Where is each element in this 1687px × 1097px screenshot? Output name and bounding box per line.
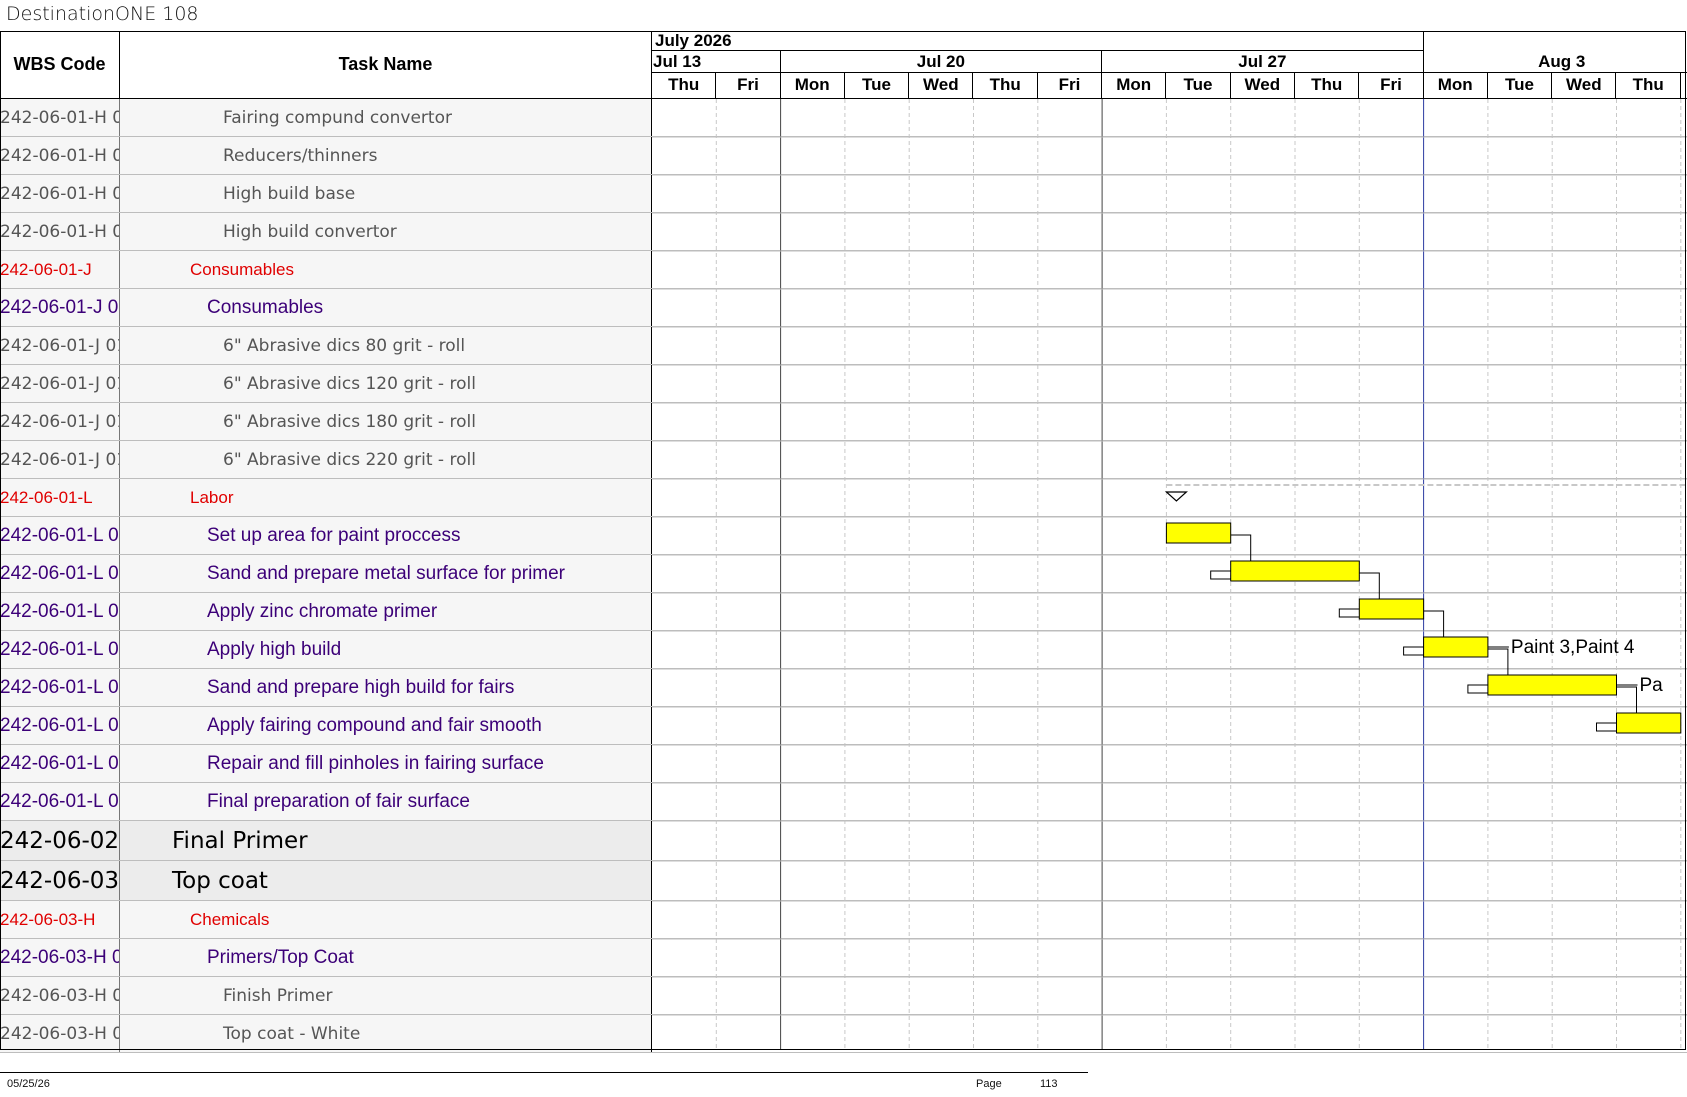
footer-page-label: Page bbox=[976, 1078, 1002, 1090]
document-title: DestinationONE 108 bbox=[6, 3, 199, 25]
footer-page-number: 113 bbox=[1040, 1078, 1058, 1090]
footer-date: 05/25/26 bbox=[7, 1078, 50, 1090]
page-frame bbox=[0, 31, 1686, 1050]
footer-rule bbox=[0, 1072, 1088, 1073]
